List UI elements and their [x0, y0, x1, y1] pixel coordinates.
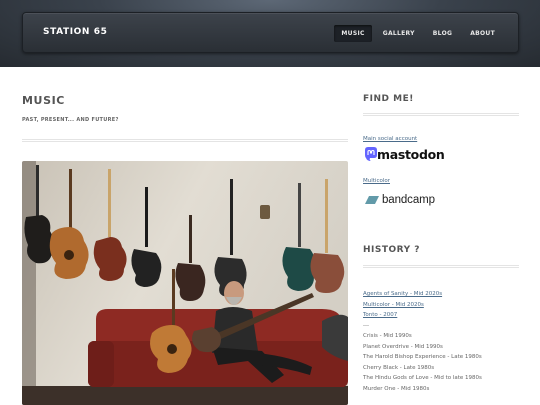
- menu-item-gallery[interactable]: GALLERY: [376, 25, 422, 42]
- history-item: ---: [363, 322, 369, 329]
- multicolor-link[interactable]: Multicolor: [363, 178, 390, 184]
- bandcamp-link[interactable]: bandcamp: [365, 193, 435, 207]
- find-me-title: FIND ME!: [363, 94, 414, 104]
- navigation-bar: STATION 65 MUSIC GALLERY BLOG ABOUT: [22, 12, 519, 53]
- site-title[interactable]: STATION 65: [43, 27, 108, 37]
- history-item[interactable]: Agents of Sanity - Mid 2020s: [363, 289, 482, 300]
- history-list: Agents of Sanity - Mid 2020s Multicolor …: [363, 289, 482, 394]
- main-social-account-link[interactable]: Main social account: [363, 136, 417, 142]
- history-item: The Hindu Gods of Love - Mid to late 198…: [363, 375, 482, 381]
- history-item: Murder One - Mid 1980s: [363, 385, 430, 392]
- history-item: The Harold Bishop Experience - Late 1980…: [363, 354, 482, 360]
- history-title: HISTORY ?: [363, 245, 420, 255]
- page-title: MUSIC: [22, 94, 65, 107]
- bandcamp-icon: [365, 196, 379, 204]
- mastodon-wordmark: mastodon: [377, 146, 445, 162]
- main-menu: MUSIC GALLERY BLOG ABOUT: [334, 25, 502, 42]
- menu-item-blog[interactable]: BLOG: [426, 25, 459, 42]
- find-me-divider: [363, 113, 519, 116]
- page-subtitle: PAST, PRESENT... AND FUTURE?: [22, 117, 119, 123]
- menu-item-music[interactable]: MUSIC: [334, 25, 372, 42]
- guitar-wall-photo: [22, 161, 348, 405]
- bandcamp-wordmark: bandcamp: [382, 194, 435, 206]
- header-band: STATION 65 MUSIC GALLERY BLOG ABOUT: [0, 0, 540, 67]
- mastodon-link[interactable]: mastodon: [363, 145, 445, 163]
- history-item[interactable]: Multicolor - Mid 2020s: [363, 300, 482, 311]
- history-divider: [363, 265, 519, 268]
- title-divider: [22, 139, 348, 142]
- history-item: Cherry Black - Late 1980s: [363, 364, 435, 371]
- history-item: Planet Overdrive - Mid 1990s: [363, 343, 443, 350]
- menu-item-about[interactable]: ABOUT: [463, 25, 502, 42]
- history-item[interactable]: Tonto - 2007: [363, 310, 482, 321]
- history-item: Crisis - Mid 1990s: [363, 333, 412, 339]
